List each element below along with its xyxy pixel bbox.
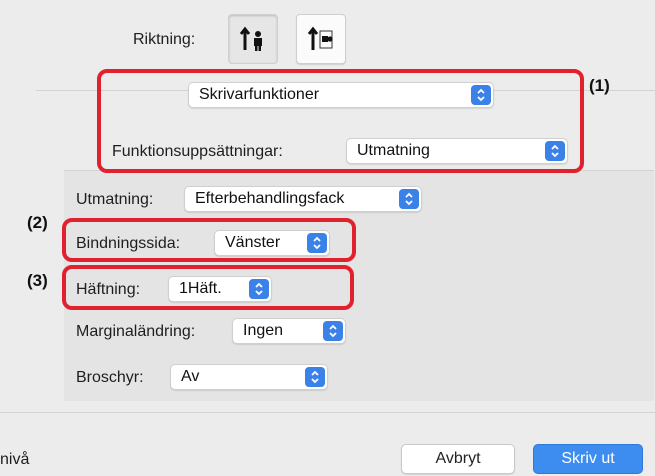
- margin-shift-select[interactable]: Ingen: [232, 318, 346, 344]
- orientation-label: Riktning:: [133, 31, 196, 48]
- orientation-portrait-button[interactable]: [228, 14, 278, 64]
- footer-separator: [0, 412, 655, 413]
- booklet-label: Broschyr:: [76, 369, 144, 386]
- landscape-person-icon: [307, 26, 333, 50]
- chevron-updown-icon: [323, 321, 343, 341]
- chevron-updown-icon: [399, 189, 419, 209]
- portrait-person-icon: [239, 26, 262, 51]
- callout-number-1: (1): [589, 76, 610, 95]
- output-label: Utmatning:: [76, 191, 154, 208]
- callout-number-3: (3): [27, 271, 48, 290]
- booklet-select[interactable]: Av: [170, 364, 328, 390]
- callout-number-2: (2): [27, 213, 48, 232]
- output-select[interactable]: Efterbehandlingsfack: [184, 186, 422, 212]
- output-value: Efterbehandlingsfack: [195, 190, 345, 207]
- footer-partial-label: nivå: [0, 451, 30, 468]
- booklet-value: Av: [181, 368, 200, 385]
- margin-shift-value: Ingen: [243, 322, 284, 339]
- callout-box-2: [62, 218, 356, 262]
- cancel-button[interactable]: Avbryt: [401, 444, 515, 474]
- print-button[interactable]: Skriv ut: [533, 444, 643, 474]
- callout-box-3: [62, 265, 354, 310]
- callout-box-1: [97, 69, 584, 173]
- margin-shift-label: Marginaländring:: [76, 323, 196, 340]
- chevron-updown-icon: [305, 367, 325, 387]
- orientation-landscape-button[interactable]: [296, 14, 346, 64]
